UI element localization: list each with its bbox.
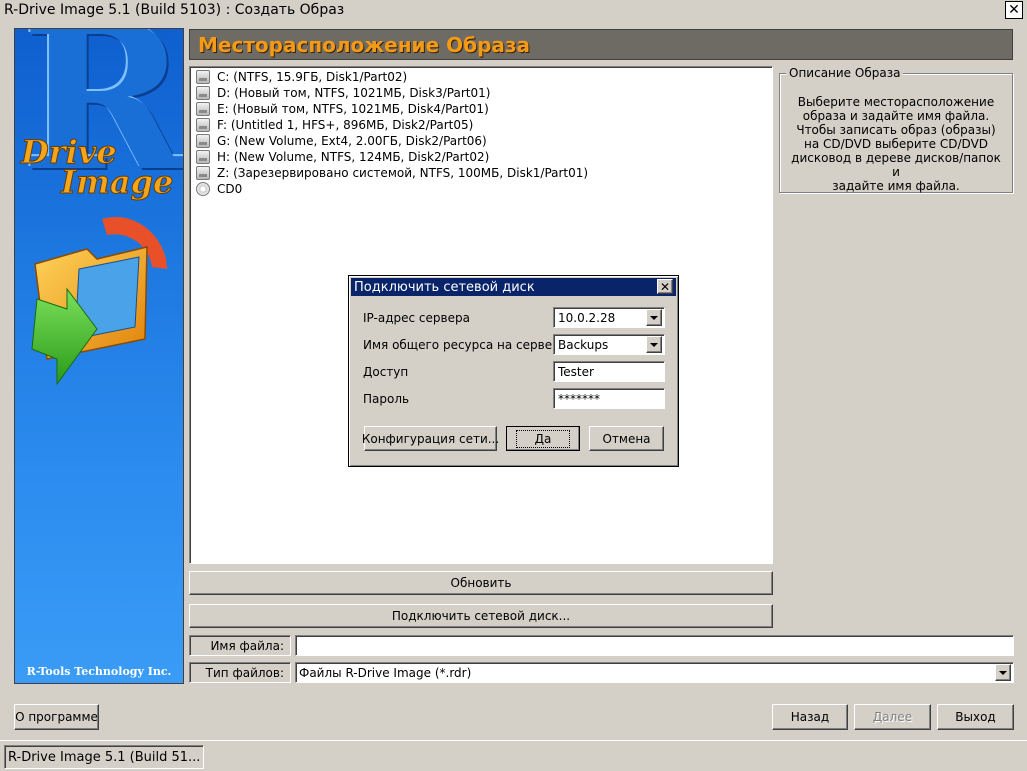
file-type-label: Тип файлов: — [189, 662, 291, 683]
exit-button[interactable]: Выход — [937, 704, 1014, 730]
ok-button-label: Да — [515, 429, 571, 448]
file-name-input[interactable] — [295, 635, 1014, 656]
folder-arrow-icon — [31, 217, 167, 386]
cd-icon — [196, 182, 210, 196]
password-input[interactable]: ******* — [553, 388, 665, 409]
tree-item-label: Z: (Зарезервировано системой, NTFS, 100М… — [217, 166, 589, 180]
file-type-select[interactable]: Файлы R-Drive Image (*.rdr) — [295, 662, 1014, 683]
share-name-select[interactable]: Backups — [553, 334, 665, 355]
chevron-down-icon — [650, 342, 658, 347]
drive-icon — [196, 86, 210, 100]
brand-company: R-Tools Technology Inc. — [26, 665, 172, 678]
tree-item[interactable]: C: (NTFS, 15.9ГБ, Disk1/Part02) — [196, 69, 407, 85]
drive-icon — [196, 150, 210, 164]
connect-network-drive-button[interactable]: Подключить сетевой диск... — [189, 604, 773, 628]
drive-icon — [196, 118, 210, 132]
page-title: Месторасположение Образа — [198, 33, 530, 57]
ok-button[interactable]: Да — [506, 426, 580, 451]
taskbar: R-Drive Image 5.1 (Build 51... — [0, 740, 1027, 771]
back-button[interactable]: Назад — [772, 704, 848, 730]
tree-item[interactable]: G: (New Volume, Ext4, 2.00ГБ, Disk2/Part… — [196, 133, 487, 149]
brand-image-text: Image — [60, 163, 174, 202]
about-button[interactable]: О программе — [14, 704, 99, 730]
window-title-bar[interactable]: R-Drive Image 5.1 (Build 5103) : Создать… — [0, 0, 1027, 22]
tree-item-label: H: (New Volume, NTFS, 124МБ, Disk2/Part0… — [217, 150, 490, 164]
dialog-close-icon[interactable]: ✕ — [657, 279, 673, 294]
file-name-label: Имя файла: — [189, 635, 291, 656]
tree-item-label: C: (NTFS, 15.9ГБ, Disk1/Part02) — [217, 70, 408, 84]
tree-item[interactable]: Z: (Зарезервировано системой, NTFS, 100М… — [196, 165, 588, 181]
file-type-dropdown-button[interactable] — [995, 664, 1011, 681]
taskbar-item[interactable]: R-Drive Image 5.1 (Build 51... — [4, 745, 204, 769]
server-ip-dropdown-button[interactable] — [646, 309, 662, 326]
dialog-title: Подключить сетевой диск — [354, 279, 535, 295]
login-label: Доступ — [363, 365, 409, 379]
page-header: Месторасположение Образа — [189, 29, 1013, 60]
refresh-button[interactable]: Обновить — [189, 571, 773, 595]
cancel-button[interactable]: Отмена — [589, 426, 664, 451]
dialog-title-bar[interactable]: Подключить сетевой диск ✕ — [351, 278, 676, 296]
tree-item[interactable]: F: (Untitled 1, HFS+, 896МБ, Disk2/Part0… — [196, 117, 473, 133]
server-ip-value: 10.0.2.28 — [558, 310, 616, 325]
tree-item-label: D: (Новый том, NTFS, 1021МБ, Disk3/Part0… — [217, 86, 491, 100]
description-legend: Описание Образа — [786, 66, 904, 80]
network-config-button[interactable]: Конфигурация сети... — [362, 426, 499, 451]
drive-icon — [196, 166, 210, 180]
next-button[interactable]: Далее — [854, 704, 931, 730]
server-ip-select[interactable]: 10.0.2.28 — [553, 307, 665, 328]
tree-item[interactable]: D: (Новый том, NTFS, 1021МБ, Disk3/Part0… — [196, 85, 490, 101]
share-name-label: Имя общего ресурса на сервере — [363, 338, 568, 352]
tree-item[interactable]: CD0 — [196, 181, 242, 197]
tree-item-label: CD0 — [217, 182, 243, 196]
drive-icon — [196, 102, 210, 116]
connect-network-drive-dialog: Подключить сетевой диск ✕ IP-адрес серве… — [348, 275, 679, 467]
file-type-value: Файлы R-Drive Image (*.rdr) — [299, 665, 472, 680]
chevron-down-icon — [650, 315, 658, 320]
login-input[interactable]: Tester — [553, 361, 665, 382]
window-title: R-Drive Image 5.1 (Build 5103) : Создать… — [4, 2, 345, 18]
window-close-icon[interactable]: ✕ — [1005, 1, 1023, 19]
tree-item[interactable]: E: (Новый том, NTFS, 1021МБ, Disk4/Part0… — [196, 101, 489, 117]
tree-item[interactable]: H: (New Volume, NTFS, 124МБ, Disk2/Part0… — [196, 149, 489, 165]
share-name-value: Backups — [558, 337, 609, 352]
password-label: Пароль — [363, 392, 410, 406]
share-name-dropdown-button[interactable] — [646, 336, 662, 353]
description-text: Выберите месторасположение образа и зада… — [791, 95, 1001, 193]
server-ip-label: IP-адрес сервера — [363, 311, 470, 325]
chevron-down-icon — [999, 670, 1007, 675]
drive-icon — [196, 134, 210, 148]
brand-panel: R Drive Image R-Tools Technology Inc. — [14, 28, 184, 684]
tree-item-label: G: (New Volume, Ext4, 2.00ГБ, Disk2/Part… — [217, 134, 487, 148]
drive-icon — [196, 70, 210, 84]
tree-item-label: E: (Новый том, NTFS, 1021МБ, Disk4/Part0… — [217, 102, 489, 116]
tree-item-label: F: (Untitled 1, HFS+, 896МБ, Disk2/Part0… — [217, 118, 474, 132]
